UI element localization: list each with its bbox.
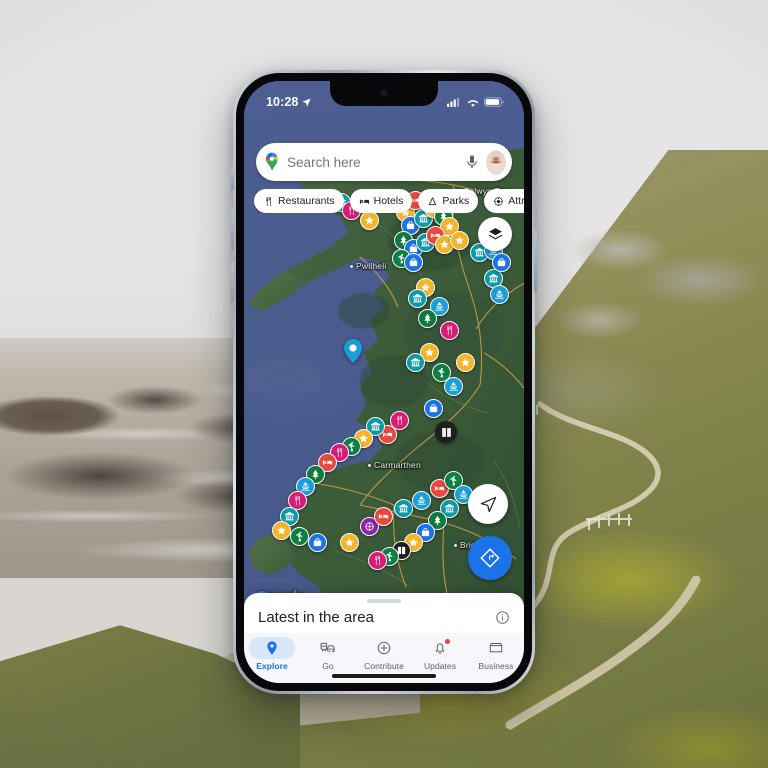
screenshot-scene: Colwyn Bay Pwllheli Carmarthen Bridgend — [0, 0, 768, 768]
status-time-group: 10:28 — [266, 95, 312, 109]
map-marker-star[interactable] — [272, 521, 291, 540]
power-button[interactable] — [534, 230, 537, 292]
map-marker-museum[interactable] — [408, 289, 427, 308]
map-marker-water[interactable] — [490, 285, 509, 304]
map-label-carmarthen: Carmarthen — [368, 460, 421, 470]
recenter-button[interactable] — [468, 484, 508, 524]
nav-item-updates[interactable]: Updates — [412, 637, 468, 671]
explore-pin-icon — [249, 637, 295, 659]
map-marker-shop[interactable] — [424, 399, 443, 418]
bottom-sheet[interactable]: Latest in the area Explore Go Contribute… — [244, 593, 524, 683]
map-marker-restaurant[interactable] — [368, 551, 387, 570]
selected-place-pin[interactable] — [344, 339, 362, 363]
map-marker-lodging[interactable] — [374, 507, 393, 526]
chip-label: Attra — [508, 195, 524, 207]
map-marker-star[interactable] — [450, 231, 469, 250]
chip-attractions[interactable]: Attra — [484, 189, 524, 213]
nav-item-contribute[interactable]: Contribute — [356, 637, 412, 671]
directions-button[interactable] — [468, 536, 512, 580]
google-maps-pin-icon — [265, 152, 278, 171]
nav-label: Updates — [423, 661, 456, 671]
contribute-plus-icon — [361, 637, 407, 659]
map-marker-water[interactable] — [412, 491, 431, 510]
compass-icon[interactable] — [435, 421, 457, 443]
phone-bezel: Colwyn Bay Pwllheli Carmarthen Bridgend — [236, 73, 532, 691]
map-marker-star[interactable] — [456, 353, 475, 372]
updates-bell-icon — [417, 637, 463, 659]
search-input[interactable] — [279, 154, 465, 170]
background-footpath — [500, 180, 768, 740]
info-icon[interactable] — [495, 610, 510, 625]
map-marker-museum[interactable] — [406, 353, 425, 372]
front-camera — [380, 90, 388, 97]
chip-parks[interactable]: Parks — [418, 189, 479, 213]
sheet-title: Latest in the area — [258, 608, 374, 626]
nav-label: Business — [478, 661, 514, 671]
chip-label: Hotels — [373, 195, 404, 207]
battery-icon — [484, 97, 504, 107]
volume-up-button[interactable] — [231, 210, 234, 250]
phone-screen: Colwyn Bay Pwllheli Carmarthen Bridgend — [244, 81, 524, 683]
chip-hotels[interactable]: Hotels — [349, 189, 413, 213]
nav-item-explore[interactable]: Explore — [244, 637, 300, 671]
status-indicators — [447, 97, 504, 108]
nav-label: Explore — [256, 661, 288, 671]
location-arrow-icon — [302, 97, 312, 107]
map-marker-shop[interactable] — [404, 253, 423, 272]
wifi-icon — [467, 99, 479, 107]
map-marker-shop[interactable] — [492, 253, 511, 272]
chip-restaurants[interactable]: Restaurants — [254, 189, 344, 213]
volume-down-button[interactable] — [231, 262, 234, 302]
layers-icon — [488, 227, 502, 239]
microphone-icon — [467, 155, 477, 168]
navigate-arrow-icon — [480, 496, 496, 512]
attractions-ferris-wheel-icon — [494, 196, 503, 206]
map-marker-star[interactable] — [340, 533, 359, 552]
map-marker-park[interactable] — [418, 309, 437, 328]
cellular-bars-icon — [447, 97, 460, 107]
chip-label: Parks — [442, 195, 470, 207]
silent-switch[interactable] — [231, 168, 234, 190]
map-marker-star[interactable] — [360, 211, 379, 230]
map-marker-water[interactable] — [444, 377, 463, 396]
go-commute-icon — [305, 637, 351, 659]
park-tree-icon — [429, 196, 437, 205]
hotel-bed-icon — [359, 199, 369, 204]
category-chips[interactable]: Restaurants Hotels Parks Attr — [254, 189, 524, 213]
nav-label: Contribute — [364, 661, 404, 671]
restaurant-icon — [266, 196, 271, 206]
map-label-pwllheli: Pwllheli — [350, 261, 386, 271]
map-layers-button[interactable] — [478, 217, 512, 251]
phone-device: Colwyn Bay Pwllheli Carmarthen Bridgend — [231, 70, 537, 694]
home-indicator[interactable] — [332, 674, 436, 678]
updates-badge — [445, 639, 450, 644]
directions-diamond-icon — [480, 548, 500, 568]
search-bar[interactable] — [256, 143, 512, 181]
phone-notch — [330, 81, 438, 106]
map-marker-shop[interactable] — [308, 533, 327, 552]
sheet-header: Latest in the area — [244, 603, 524, 626]
nav-item-go[interactable]: Go — [300, 637, 356, 671]
status-time: 10:28 — [266, 95, 299, 109]
map-marker-museum[interactable] — [394, 499, 413, 518]
map-marker-trail[interactable] — [290, 527, 309, 546]
business-store-icon — [473, 637, 519, 659]
chip-label: Restaurants — [278, 195, 335, 207]
nav-label: Go — [322, 661, 334, 671]
avatar-image — [487, 150, 505, 174]
voice-search-button[interactable] — [464, 151, 480, 173]
nav-item-business[interactable]: Business — [468, 637, 524, 671]
map-marker-restaurant[interactable] — [440, 321, 459, 340]
avatar[interactable] — [486, 149, 506, 175]
